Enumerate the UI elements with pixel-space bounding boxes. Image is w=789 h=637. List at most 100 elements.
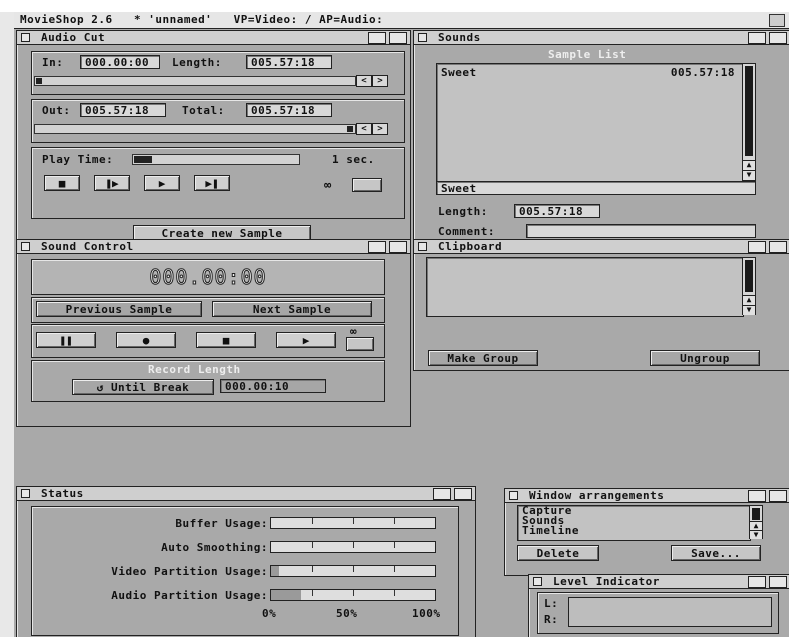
in-slider[interactable] (34, 76, 356, 86)
play-time-slider[interactable] (132, 154, 300, 165)
screen-depth-gadget[interactable] (769, 14, 785, 27)
window-arrangements-titlebar[interactable]: Window arrangements (505, 489, 789, 503)
scroll-up-icon[interactable]: ▲ (750, 521, 762, 530)
scrollbar-knob[interactable] (752, 508, 760, 520)
sound-control-titlebar[interactable]: Sound Control (17, 240, 410, 254)
in-field[interactable]: 000.00:00 (80, 55, 160, 69)
screen: MovieShop 2.6 * 'unnamed' VP=Video: / AP… (14, 12, 789, 637)
next-sample-button[interactable]: Next Sample (212, 301, 372, 317)
depth-icon[interactable] (769, 490, 787, 502)
arrangements-list[interactable]: Capture Sounds Timeline (517, 505, 751, 541)
close-icon[interactable] (418, 33, 427, 42)
depth-icon[interactable] (769, 576, 787, 588)
depth-icon[interactable] (454, 488, 472, 500)
arrangements-scrollbar[interactable]: ▲ ▼ (749, 505, 763, 539)
stop-button[interactable]: ■ (196, 332, 256, 348)
depth-icon[interactable] (769, 241, 787, 253)
meter-tick (394, 566, 395, 572)
play-to-end-button[interactable]: ▶❚ (194, 175, 230, 191)
out-field[interactable]: 005.57:18 (80, 103, 166, 117)
scroll-down-icon[interactable]: ▼ (750, 530, 762, 539)
sample-list-title: Sample List (548, 48, 627, 61)
loop-toggle[interactable] (346, 337, 374, 351)
close-icon[interactable] (21, 242, 30, 251)
sounds-titlebar[interactable]: Sounds (414, 31, 789, 45)
list-item[interactable]: Timeline (522, 525, 746, 536)
zoom-icon[interactable] (748, 490, 766, 502)
close-icon[interactable] (418, 242, 427, 251)
until-break-button[interactable]: ↺ Until Break (72, 379, 214, 395)
total-label: Total: (182, 104, 225, 117)
audio-cut-window: Audio Cut In: 000.00:00 Length: 005.57:1… (16, 30, 411, 251)
scrollbar-knob[interactable] (745, 66, 753, 156)
meter-fill (271, 590, 301, 600)
previous-sample-button[interactable]: Previous Sample (36, 301, 202, 317)
zoom-icon[interactable] (748, 32, 766, 44)
play-time-knob[interactable] (134, 156, 152, 163)
total-field: 005.57:18 (246, 103, 332, 117)
save-button[interactable]: Save... (671, 545, 761, 561)
in-left-arrow-button[interactable]: < (356, 75, 372, 87)
out-left-arrow-button[interactable]: < (356, 123, 372, 135)
loop-toggle[interactable] (352, 178, 382, 192)
out-right-arrow-button[interactable]: > (372, 123, 388, 135)
play-time-label: Play Time: (42, 153, 114, 166)
scrollbar-knob[interactable] (745, 260, 753, 292)
zoom-icon[interactable] (368, 241, 386, 253)
close-icon[interactable] (533, 577, 542, 586)
record-button[interactable]: ● (116, 332, 176, 348)
scroll-down-icon[interactable]: ▼ (743, 170, 755, 180)
audio-partition-usage-label: Audio Partition Usage: (111, 589, 268, 602)
comment-field[interactable] (526, 224, 756, 238)
ungroup-button[interactable]: Ungroup (650, 350, 760, 366)
close-icon[interactable] (21, 33, 30, 42)
clipboard-window: Clipboard ▲ ▼ Make Group Ungroup (413, 239, 789, 371)
zoom-icon[interactable] (433, 488, 451, 500)
meter-tick (353, 542, 354, 548)
transport-group: ❚❚ ● ■ ▶ ∞ (31, 324, 385, 358)
play-button[interactable]: ▶ (144, 175, 180, 191)
length-field: 005.57:18 (246, 55, 332, 69)
close-icon[interactable] (509, 491, 518, 500)
depth-icon[interactable] (769, 32, 787, 44)
make-group-button[interactable]: Make Group (428, 350, 538, 366)
pause-icon: ❚❚ (59, 334, 73, 347)
sample-list[interactable]: Sweet 005.57:18 (436, 63, 744, 183)
scroll-down-icon[interactable]: ▼ (743, 305, 755, 315)
zoom-icon[interactable] (748, 576, 766, 588)
depth-icon[interactable] (389, 32, 407, 44)
zoom-icon[interactable] (748, 241, 766, 253)
step-forward-button[interactable]: ❚▶ (94, 175, 130, 191)
scroll-up-icon[interactable]: ▲ (743, 295, 755, 305)
close-icon[interactable] (21, 489, 30, 498)
audio-cut-titlebar[interactable]: Audio Cut (17, 31, 410, 45)
clipboard-list[interactable] (426, 257, 744, 317)
sample-name-field[interactable]: Sweet (436, 181, 756, 195)
clipboard-scrollbar[interactable]: ▲ ▼ (742, 257, 756, 315)
sample-list-scrollbar[interactable]: ▲ ▼ (742, 63, 756, 181)
loop-icon[interactable]: ∞ (324, 178, 331, 192)
buffer-usage-meter (270, 517, 436, 529)
pause-button[interactable]: ❚❚ (36, 332, 96, 348)
play-button[interactable]: ▶ (276, 332, 336, 348)
zoom-icon[interactable] (368, 32, 386, 44)
delete-button[interactable]: Delete (517, 545, 599, 561)
level-indicator-titlebar[interactable]: Level Indicator (529, 575, 789, 589)
sample-length: 005.57:18 (670, 66, 735, 79)
out-slider-knob[interactable] (347, 126, 353, 132)
window-title: Sound Control (41, 240, 134, 253)
depth-icon[interactable] (389, 241, 407, 253)
list-item[interactable]: Sweet 005.57:18 (441, 66, 739, 79)
clipboard-titlebar[interactable]: Clipboard (414, 240, 789, 254)
sounds-window: Sounds Sample List Sweet 005.57:18 ▲ ▼ S… (413, 30, 789, 251)
stop-button[interactable]: ■ (44, 175, 80, 191)
window-title: Audio Cut (41, 31, 106, 44)
right-channel-label: R: (544, 613, 559, 626)
scroll-up-icon[interactable]: ▲ (743, 160, 755, 170)
in-slider-knob[interactable] (36, 78, 42, 84)
record-time-field[interactable]: 000.00:10 (220, 379, 326, 393)
out-slider[interactable] (34, 124, 356, 134)
play-icon: ▶ (158, 177, 166, 190)
in-right-arrow-button[interactable]: > (372, 75, 388, 87)
status-titlebar[interactable]: Status (17, 487, 475, 501)
